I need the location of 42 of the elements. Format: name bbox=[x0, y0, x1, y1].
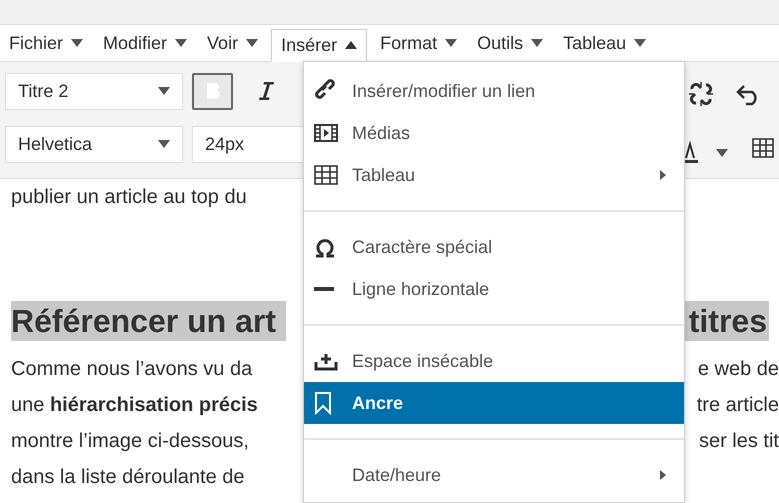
caret-icon bbox=[158, 140, 170, 148]
menu-button[interactable]: Outils bbox=[470, 26, 550, 60]
paragraph-text: e web de bbox=[698, 357, 779, 382]
caret-icon bbox=[71, 39, 84, 47]
caret-icon bbox=[175, 39, 188, 47]
menu-button[interactable]: Modifier bbox=[96, 26, 194, 60]
bold-button[interactable] bbox=[192, 72, 233, 110]
paragraph-text: une hiérarchisation précis bbox=[11, 393, 258, 418]
caret-up-icon bbox=[345, 41, 358, 49]
bookmark-icon bbox=[314, 391, 332, 415]
caret-icon bbox=[246, 39, 258, 47]
caret-icon bbox=[445, 39, 458, 47]
omega-icon bbox=[314, 236, 336, 258]
film-icon bbox=[314, 123, 338, 143]
menu-item[interactable]: Espace insécable bbox=[304, 340, 684, 382]
menu-button[interactable]: Fichier bbox=[2, 26, 90, 60]
font-family-select[interactable]: Helvetica bbox=[5, 126, 183, 162]
menu-button[interactable]: Insérer bbox=[271, 28, 368, 62]
block-format-select[interactable]: Titre 2 bbox=[5, 72, 183, 110]
menu-button[interactable]: Voir bbox=[200, 26, 266, 60]
paragraph-text: Comme nous l’avons vu da bbox=[11, 357, 252, 382]
table-icon[interactable] bbox=[752, 138, 774, 158]
paragraph-text: publier un article au top du bbox=[11, 185, 247, 210]
unlink-icon[interactable] bbox=[687, 80, 715, 108]
menu-item[interactable]: Ancre bbox=[304, 382, 684, 424]
paragraph-text: tre article bbox=[696, 393, 779, 418]
menu-button[interactable]: Format bbox=[373, 26, 464, 60]
caret-icon[interactable] bbox=[716, 149, 728, 157]
menu-item[interactable]: Caractère spécial bbox=[304, 226, 684, 268]
table-icon bbox=[314, 165, 338, 185]
caret-icon bbox=[634, 39, 646, 47]
paragraph-text: dans la liste déroulante de bbox=[11, 465, 244, 490]
insert-space-icon bbox=[314, 351, 338, 371]
menu-button[interactable]: Tableau bbox=[556, 26, 654, 60]
menu-item[interactable]: Date/heure bbox=[304, 454, 684, 496]
paragraph-text: montre l’image ci-dessous, bbox=[11, 429, 249, 454]
caret-icon bbox=[158, 87, 170, 95]
menu-item[interactable]: Insérer/modifier un lien bbox=[304, 70, 684, 112]
caret-icon bbox=[531, 39, 544, 47]
italic-icon[interactable] bbox=[256, 80, 276, 102]
heading-text: Référencer un art bbox=[11, 301, 286, 341]
paragraph-text: ser les tit bbox=[698, 429, 779, 454]
